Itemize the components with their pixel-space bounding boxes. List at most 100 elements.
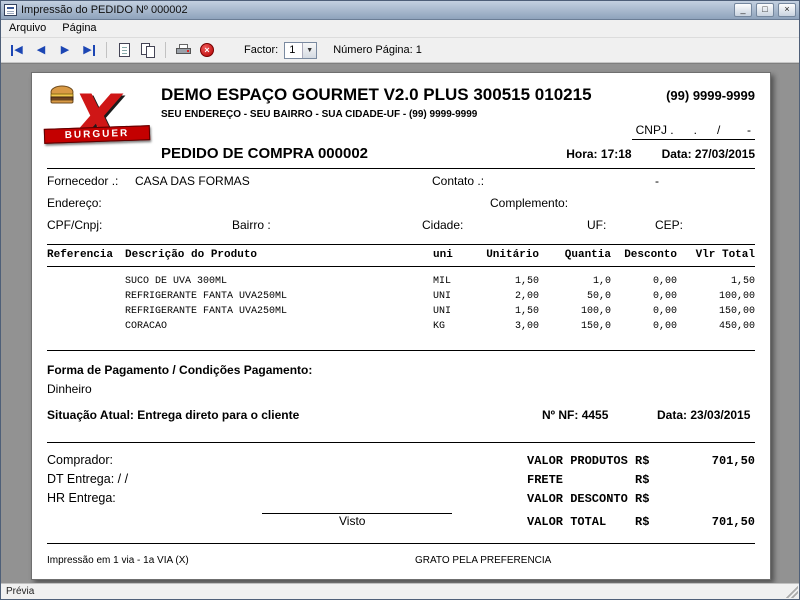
last-page-button[interactable]: ▶	[78, 40, 100, 60]
situacao-row: Situação Atual: Entrega direto para o cl…	[47, 408, 755, 426]
complemento-label: Complemento:	[490, 196, 569, 210]
frete-label: FRETE R$	[527, 473, 650, 487]
table-row: REFRIGERANTE FANTA UVA250ML UNI 1,50 100…	[47, 304, 755, 319]
title-bar[interactable]: Impressão do PEDIDO Nº 000002 _ □ ×	[1, 1, 799, 20]
payment-label: Forma de Pagamento / Condições Pagamento…	[47, 363, 313, 377]
fornecedor-label: Fornecedor .:	[47, 174, 119, 188]
valor-produtos-value: 701,50	[711, 454, 755, 468]
divider	[47, 543, 755, 544]
nf-date: Data: 23/03/2015	[657, 408, 751, 422]
table-row: REFRIGERANTE FANTA UVA250ML UNI 2,00 50,…	[47, 289, 755, 304]
single-page-view-button[interactable]	[113, 40, 135, 60]
cell-uni: KG	[433, 321, 446, 332]
divider	[47, 442, 755, 443]
toolbar-separator	[106, 42, 107, 58]
cell-descricao: REFRIGERANTE FANTA UVA250ML	[125, 306, 288, 317]
bairro-label: Bairro :	[232, 218, 271, 232]
maximize-button[interactable]: □	[756, 3, 774, 17]
endereco-label: Endereço:	[47, 196, 102, 210]
divider	[47, 350, 755, 351]
order-date: Data: 27/03/2015	[661, 147, 755, 161]
cidade-label: Cidade:	[422, 218, 464, 232]
last-page-icon: ▶	[83, 44, 95, 56]
footer-via-label: Impressão em 1 via - 1a VIA (X)	[47, 555, 189, 566]
nf-label: Nº NF: 4455	[542, 408, 609, 422]
col-referencia: Referencia	[47, 249, 114, 261]
col-vlr-total: Vlr Total	[695, 249, 755, 261]
valor-produtos-label: VALOR PRODUTOS R$	[527, 454, 650, 468]
document-footer: Impressão em 1 via - 1a VIA (X) GRATO PE…	[47, 551, 755, 567]
valor-desconto-label: VALOR DESCONTO R$	[527, 492, 650, 506]
multi-page-view-button[interactable]	[137, 40, 159, 60]
cell-referencia	[47, 274, 125, 289]
zoom-factor-select[interactable]: 1 ▼	[284, 41, 318, 59]
cell-quantia: 100,0	[580, 306, 611, 317]
preview-area: X BURGUER DEMO ESPAÇO GOURMET V2.0 PLUS …	[1, 63, 799, 583]
comprador-row: Comprador: VALOR PRODUTOS R$ 701,50	[47, 453, 755, 472]
cell-unitario: 1,50	[514, 276, 539, 287]
divider	[47, 266, 755, 267]
dt-entrega-label: DT Entrega: / /	[47, 472, 129, 486]
next-page-button[interactable]: ▶	[54, 40, 76, 60]
cell-desconto: 0,00	[652, 291, 677, 302]
cell-quantia: 150,0	[580, 321, 611, 332]
header-text-block: DEMO ESPAÇO GOURMET V2.0 PLUS 300515 010…	[161, 85, 755, 162]
exit-icon: ×	[200, 43, 214, 57]
prev-page-button[interactable]: ◀	[30, 40, 52, 60]
cell-desconto: 0,00	[652, 276, 677, 287]
company-phone: (99) 9999-9999	[666, 88, 755, 103]
hr-entrega-row: HR Entrega: VALOR DESCONTO R$	[47, 491, 755, 510]
cell-quantia: 50,0	[586, 291, 611, 302]
col-uni: uni	[433, 249, 453, 261]
cell-vlr-total: 100,00	[718, 291, 755, 302]
minimize-button[interactable]: _	[734, 3, 752, 17]
cell-unitario: 1,50	[514, 306, 539, 317]
col-descricao: Descrição do Produto	[125, 249, 258, 261]
items-table-header: Referencia Descrição do Produto uni Unit…	[47, 245, 755, 264]
cnpj-field: CNPJ . . / -	[631, 123, 755, 140]
window-title: Impressão do PEDIDO Nº 000002	[21, 4, 188, 16]
cell-uni: UNI	[433, 291, 452, 302]
zoom-factor-value: 1	[289, 43, 296, 56]
cell-referencia	[47, 289, 125, 304]
cell-unitario: 2,00	[514, 291, 539, 302]
cpf-label: CPF/Cnpj:	[47, 218, 103, 232]
cell-uni: MIL	[433, 276, 452, 287]
app-window: Impressão do PEDIDO Nº 000002 _ □ × Arqu…	[0, 0, 800, 600]
contato-value: -	[655, 174, 659, 188]
factor-label: Factor:	[244, 44, 279, 56]
resize-grip-icon[interactable]	[786, 586, 798, 598]
document-page: X BURGUER DEMO ESPAÇO GOURMET V2.0 PLUS …	[31, 72, 771, 580]
contato-label: Contato .:	[432, 174, 485, 188]
menu-pagina[interactable]: Página	[54, 20, 104, 37]
cell-referencia	[47, 304, 125, 319]
visto-row: Visto VALOR TOTAL R$ 701,50	[47, 514, 755, 533]
cell-referencia	[47, 319, 125, 334]
divider	[47, 168, 755, 169]
situacao-label: Situação Atual: Entrega direto para o cl…	[47, 408, 300, 422]
cell-vlr-total: 450,00	[718, 321, 755, 332]
dt-entrega-row: DT Entrega: / / FRETE R$	[47, 472, 755, 491]
app-icon	[4, 4, 17, 16]
close-preview-button[interactable]: ×	[196, 40, 218, 60]
address-row: Endereço: Complemento:	[47, 193, 755, 213]
print-button[interactable]	[172, 40, 194, 60]
col-unitario: Unitário	[486, 249, 539, 261]
uf-label: UF:	[587, 218, 607, 232]
cep-label: CEP:	[655, 218, 684, 232]
first-page-button[interactable]: ◀	[6, 40, 28, 60]
close-button[interactable]: ×	[778, 3, 796, 17]
cell-uni: UNI	[433, 306, 452, 317]
cell-vlr-total: 150,00	[718, 306, 755, 317]
cell-descricao: CORACAO	[125, 321, 168, 332]
burger-icon	[49, 85, 75, 110]
chevron-down-icon[interactable]: ▼	[302, 42, 317, 58]
hr-entrega-label: HR Entrega:	[47, 491, 116, 505]
cell-vlr-total: 1,50	[730, 276, 755, 287]
visto-label: Visto	[339, 514, 366, 528]
cell-descricao: REFRIGERANTE FANTA UVA250ML	[125, 291, 288, 302]
company-logo: X BURGUER	[43, 85, 151, 157]
menu-arquivo[interactable]: Arquivo	[1, 20, 54, 37]
totals-section: Comprador: VALOR PRODUTOS R$ 701,50 DT E…	[47, 453, 755, 533]
comprador-label: Comprador:	[47, 453, 113, 467]
